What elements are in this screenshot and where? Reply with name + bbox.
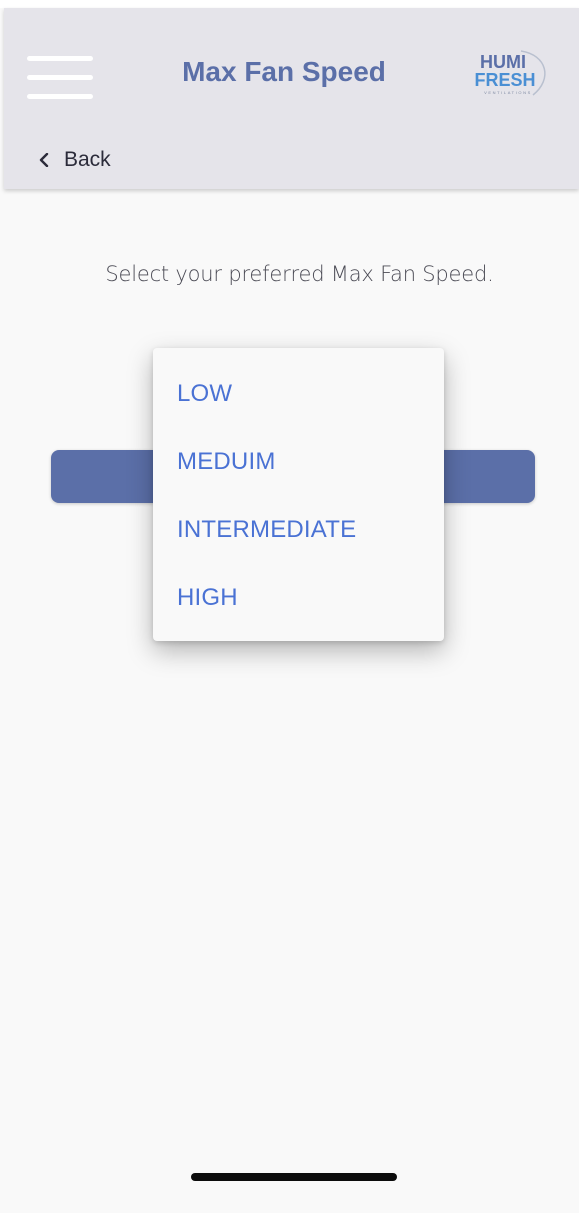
back-label: Back xyxy=(64,148,111,171)
app-header: Max Fan Speed HUMI FRESH VENTILATIONS Ba… xyxy=(4,8,579,189)
instruction-text: Select your preferred Max Fan Speed. xyxy=(105,262,494,286)
status-bar-area xyxy=(0,0,579,8)
fan-speed-dropdown-menu: LOW MEDUIM INTERMEDIATE HIGH xyxy=(153,348,444,641)
svg-text:HUMI: HUMI xyxy=(480,52,526,72)
page-title: Max Fan Speed xyxy=(182,56,386,87)
hamburger-line xyxy=(27,75,93,80)
back-button[interactable]: Back xyxy=(38,147,111,173)
hamburger-line xyxy=(27,56,93,61)
humifresh-logo: HUMI FRESH VENTILATIONS xyxy=(474,50,546,96)
home-indicator[interactable] xyxy=(191,1173,397,1181)
option-medium[interactable]: MEDUIM xyxy=(177,448,276,476)
svg-text:FRESH: FRESH xyxy=(474,70,535,90)
hamburger-menu-icon[interactable] xyxy=(27,54,93,104)
option-low[interactable]: LOW xyxy=(177,380,232,408)
option-intermediate[interactable]: INTERMEDIATE xyxy=(177,516,356,544)
hamburger-line xyxy=(27,94,93,99)
chevron-left-icon xyxy=(39,153,49,167)
svg-text:VENTILATIONS: VENTILATIONS xyxy=(484,90,532,95)
option-high[interactable]: HIGH xyxy=(177,584,238,612)
